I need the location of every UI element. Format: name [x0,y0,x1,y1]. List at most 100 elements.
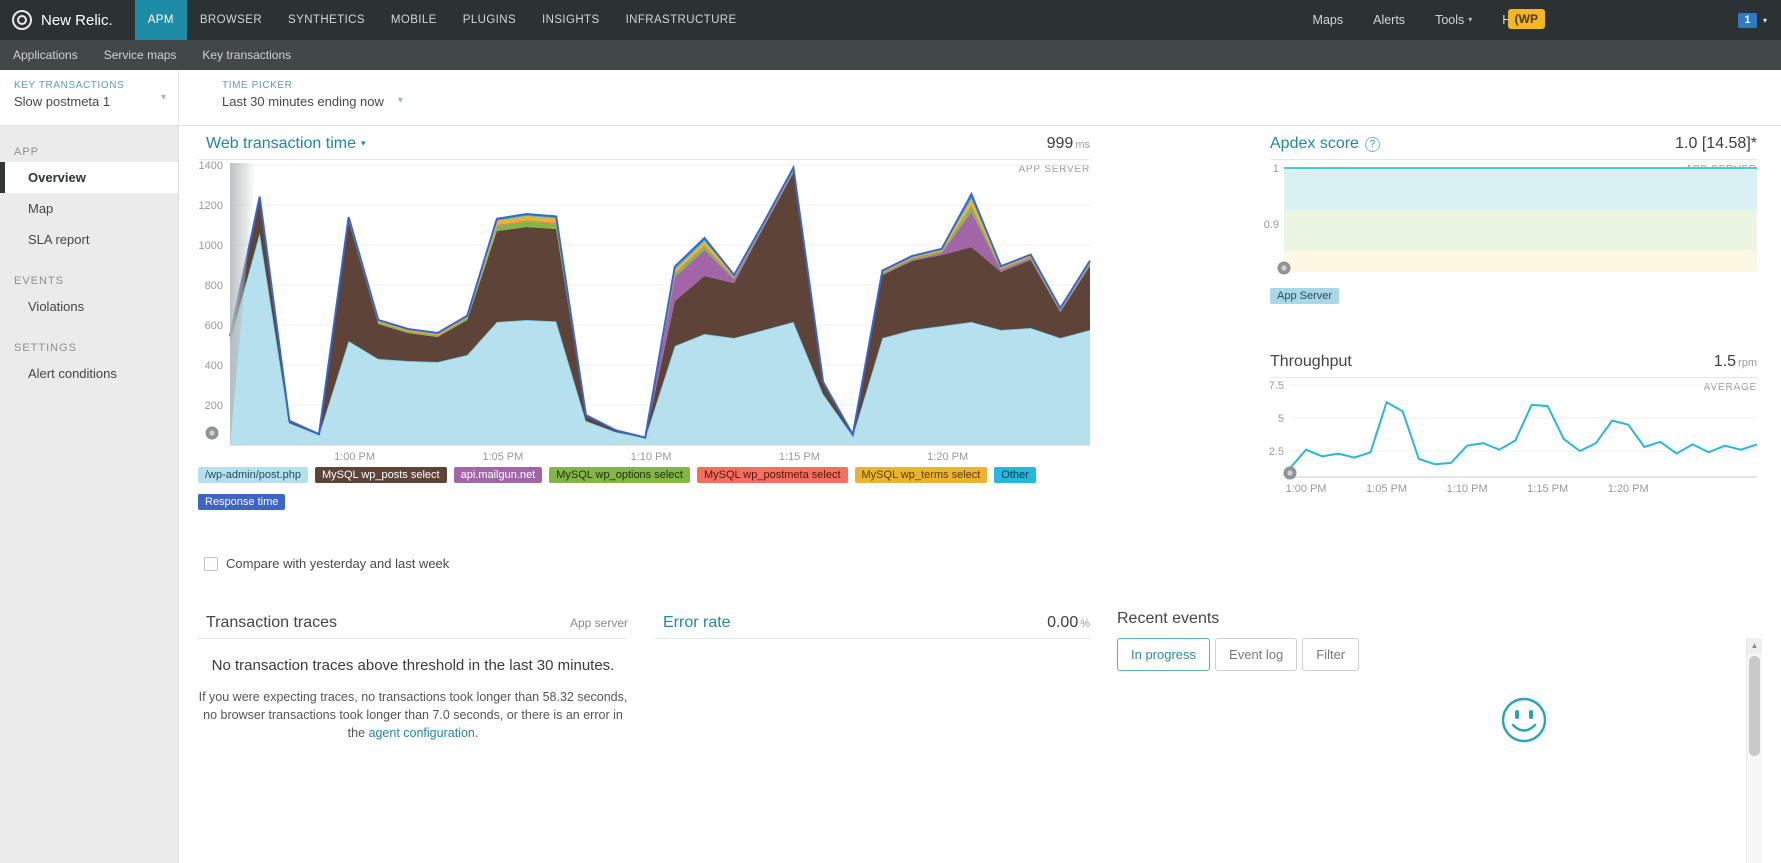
svg-text:600: 600 [205,320,223,332]
svg-text:1:00 PM: 1:00 PM [334,451,375,463]
throughput-value: 1.5rpm [1714,353,1757,371]
sidebar-item-violations[interactable]: Violations [0,291,178,322]
svg-text:400: 400 [205,360,223,372]
nav-item-infrastructure[interactable]: INFRASTRUCTURE [613,0,750,40]
error-rate-module: Error rate 0.00% [655,610,1090,639]
sidebar-section-settings: SETTINGS [14,342,178,354]
nav-item-tools[interactable]: Tools▾ [1420,0,1487,40]
legend-chip-mysql-wp-posts-select[interactable]: MySQL wp_posts select [315,467,447,483]
recent-events-module: Recent events In progressEvent logFilter [1117,610,1740,671]
throughput-value-number: 1.5 [1714,353,1736,370]
notification-menu[interactable]: 1 ▾ [1738,0,1767,40]
newrelic-logo[interactable]: New Relic. [0,10,127,30]
time-picker-value: Last 30 minutes ending now [222,94,384,109]
compare-checkbox[interactable] [204,557,218,571]
nav-item-alerts[interactable]: Alerts [1358,0,1420,40]
apdex-legend: App Server [1270,286,1339,304]
key-transaction-picker-value: Slow postmeta 1 [14,94,164,109]
subnav-item-applications[interactable]: Applications [0,40,91,70]
web-transaction-value: 999ms [1047,135,1090,153]
nav-item-maps[interactable]: Maps [1298,0,1359,40]
sidebar-item-sla-report[interactable]: SLA report [0,224,178,255]
time-picker[interactable]: TIME PICKER Last 30 minutes ending now ▾ [222,70,403,125]
chevron-down-icon: ▾ [161,92,166,103]
key-transaction-picker-label: KEY TRANSACTIONS [14,80,164,91]
nav-item-plugins[interactable]: PLUGINS [450,0,529,40]
scrollbar-up-arrow-icon[interactable]: ▲ [1747,638,1762,654]
nav-item-mobile[interactable]: MOBILE [378,0,450,40]
main-nav: APMBROWSERSYNTHETICSMOBILEPLUGINSINSIGHT… [135,0,750,40]
sidebar: APPOverviewMapSLA reportEVENTSViolations… [0,126,179,863]
throughput-value-unit: rpm [1738,357,1757,369]
chevron-down-icon: ▾ [398,95,403,106]
traces-hint: If you were expecting traces, no transac… [198,688,628,742]
compare-checkbox-label: Compare with yesterday and last week [226,556,449,571]
chevron-down-icon: ▾ [1763,16,1767,25]
error-rate-title[interactable]: Error rate [663,614,731,632]
svg-text:800: 800 [205,280,223,292]
svg-text:2.5: 2.5 [1269,446,1284,458]
legend-chip-response-time[interactable]: Response time [198,494,285,510]
throughput-chart[interactable]: 2.557.51:00 PM1:05 PM1:10 PM1:15 PM1:20 … [1258,372,1763,502]
sidebar-item-overview[interactable]: Overview [0,162,178,193]
account-badge[interactable]: (WP [1508,9,1545,29]
web-transaction-legend: /wp-admin/post.php MySQL wp_posts select a… [198,465,1098,519]
web-transaction-title-text: Web transaction time [206,135,356,152]
newrelic-logo-icon [12,10,32,30]
nav-item-insights[interactable]: INSIGHTS [529,0,613,40]
apdex-title-text: Apdex score [1270,135,1359,152]
svg-text:1:00 PM: 1:00 PM [1286,483,1327,495]
legend-chip-mysql-wp-terms-select[interactable]: MySQL wp_terms select [855,467,988,483]
help-icon[interactable]: ? [1365,137,1380,152]
tab-event-log[interactable]: Event log [1215,638,1297,671]
sidebar-item-alert-conditions[interactable]: Alert conditions [0,358,178,389]
transaction-traces-title: Transaction traces [206,614,337,632]
svg-text:7.5: 7.5 [1269,380,1284,392]
sidebar-item-map[interactable]: Map [0,193,178,224]
subnav-item-service-maps[interactable]: Service maps [91,40,190,70]
notification-count-badge[interactable]: 1 [1738,13,1757,28]
svg-text:1: 1 [1273,163,1279,175]
error-rate-value-number: 0.00 [1047,614,1078,631]
svg-text:5: 5 [1278,413,1284,425]
nav-item-browser[interactable]: BROWSER [187,0,275,40]
web-transaction-title[interactable]: Web transaction time▾ [206,135,366,153]
error-rate-value: 0.00% [1047,614,1090,632]
tab-in-progress[interactable]: In progress [1117,638,1210,671]
svg-text:200: 200 [205,400,223,412]
svg-text:1:20 PM: 1:20 PM [1608,483,1649,495]
svg-text:1:05 PM: 1:05 PM [482,451,523,463]
chevron-down-icon: ▾ [1468,15,1472,24]
legend-chip-mysql-wp-options-select[interactable]: MySQL wp_options select [549,467,690,483]
legend-chip-api-mailgun-net[interactable]: api.mailgun.net [454,467,543,483]
tab-filter[interactable]: Filter [1302,638,1359,671]
svg-text:1:10 PM: 1:10 PM [631,451,672,463]
legend-chip-mysql-wp-postmeta-select[interactable]: MySQL wp_postmeta select [697,467,848,483]
apdex-value: 1.0 [14.58]* [1675,135,1757,153]
smiley-face-icon [1498,694,1550,746]
svg-text:1200: 1200 [199,200,223,212]
apdex-title[interactable]: Apdex score? [1270,135,1380,153]
legend-chip-app-server[interactable]: App Server [1270,288,1339,304]
transaction-traces-module: Transaction traces App server No transac… [198,610,628,742]
key-transaction-picker[interactable]: KEY TRANSACTIONS Slow postmeta 1 ▾ [0,70,179,125]
traces-hint-after: . [475,726,478,740]
subnav-item-key-transactions[interactable]: Key transactions [189,40,304,70]
no-traces-message: No transaction traces above threshold in… [198,651,628,680]
svg-text:1:15 PM: 1:15 PM [1527,483,1568,495]
legend-chip-other[interactable]: Other [994,467,1036,483]
transaction-traces-scope: App server [570,616,628,630]
error-rate-value-unit: % [1080,618,1090,630]
svg-text:1:20 PM: 1:20 PM [927,451,968,463]
apdex-chart[interactable]: 10.9 [1258,160,1763,280]
agent-configuration-link[interactable]: agent configuration [369,726,475,740]
nav-item-synthetics[interactable]: SYNTHETICS [275,0,378,40]
nav-item-apm[interactable]: APM [135,0,187,40]
legend-chip-wp-admin-post-php[interactable]: /wp-admin/post.php [198,467,308,483]
brand-name: New Relic. [41,12,113,29]
vertical-scrollbar[interactable]: ▲ [1746,638,1762,863]
sidebar-section-app: APP [14,146,178,158]
svg-text:1400: 1400 [199,160,223,172]
web-transaction-chart[interactable]: 2004006008001000120014001:00 PM1:05 PM1:… [180,158,1100,468]
scrollbar-thumb[interactable] [1749,656,1760,756]
